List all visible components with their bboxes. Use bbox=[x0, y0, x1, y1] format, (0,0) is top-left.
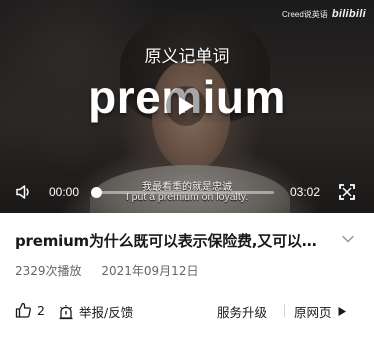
report-label: 举报/反馈 bbox=[79, 305, 134, 320]
watermark: Creed说英语 bilibili bbox=[282, 8, 366, 20]
like-count: 2 bbox=[37, 302, 45, 318]
thumbs-up-icon bbox=[15, 302, 31, 318]
action-bar: 2 举报/反馈 服务升级 原网页 bbox=[15, 300, 360, 322]
service-upgrade-label: 服务升级 bbox=[217, 305, 268, 320]
duration: 03:02 bbox=[290, 185, 321, 199]
video-card: Creed说英语 bilibili 原义记单词 premium 我最看重的就是忠… bbox=[0, 0, 374, 338]
service-upgrade-link[interactable]: 服务升级 bbox=[217, 302, 267, 321]
current-time: 00:00 bbox=[49, 185, 80, 199]
play-icon bbox=[179, 97, 194, 115]
chevron-down-icon[interactable] bbox=[341, 232, 355, 246]
player-controls: 00:00 03:02 bbox=[0, 179, 374, 205]
publish-date: 2021年09月12日 bbox=[101, 264, 199, 278]
report-button[interactable]: 举报/反馈 bbox=[58, 302, 133, 321]
watermark-text: Creed说英语 bbox=[282, 9, 328, 19]
like-button[interactable]: 2 bbox=[15, 302, 45, 318]
divider bbox=[284, 304, 285, 317]
overlay-title: 原义记单词 bbox=[144, 47, 230, 67]
video-title[interactable]: premium为什么既可以表示保险费,又可以表示溢价? bbox=[15, 230, 327, 251]
original-webpage-link[interactable]: 原网页 bbox=[294, 302, 347, 321]
fullscreen-icon[interactable] bbox=[338, 183, 356, 201]
view-count: 2329次播放 bbox=[15, 264, 82, 278]
play-triangle-icon bbox=[338, 307, 346, 316]
video-meta: 2329次播放 2021年09月12日 bbox=[15, 262, 214, 279]
original-webpage-label: 原网页 bbox=[294, 305, 332, 320]
progress-knob[interactable] bbox=[91, 187, 102, 198]
video-player[interactable]: Creed说英语 bilibili 原义记单词 premium 我最看重的就是忠… bbox=[0, 0, 374, 213]
report-icon bbox=[59, 304, 73, 319]
volume-icon[interactable] bbox=[15, 183, 33, 201]
watermark-brand: bilibili bbox=[331, 8, 366, 20]
progress-bar[interactable] bbox=[91, 187, 274, 198]
play-button[interactable] bbox=[166, 86, 206, 126]
title-row: premium为什么既可以表示保险费,又可以表示溢价? bbox=[15, 230, 365, 254]
